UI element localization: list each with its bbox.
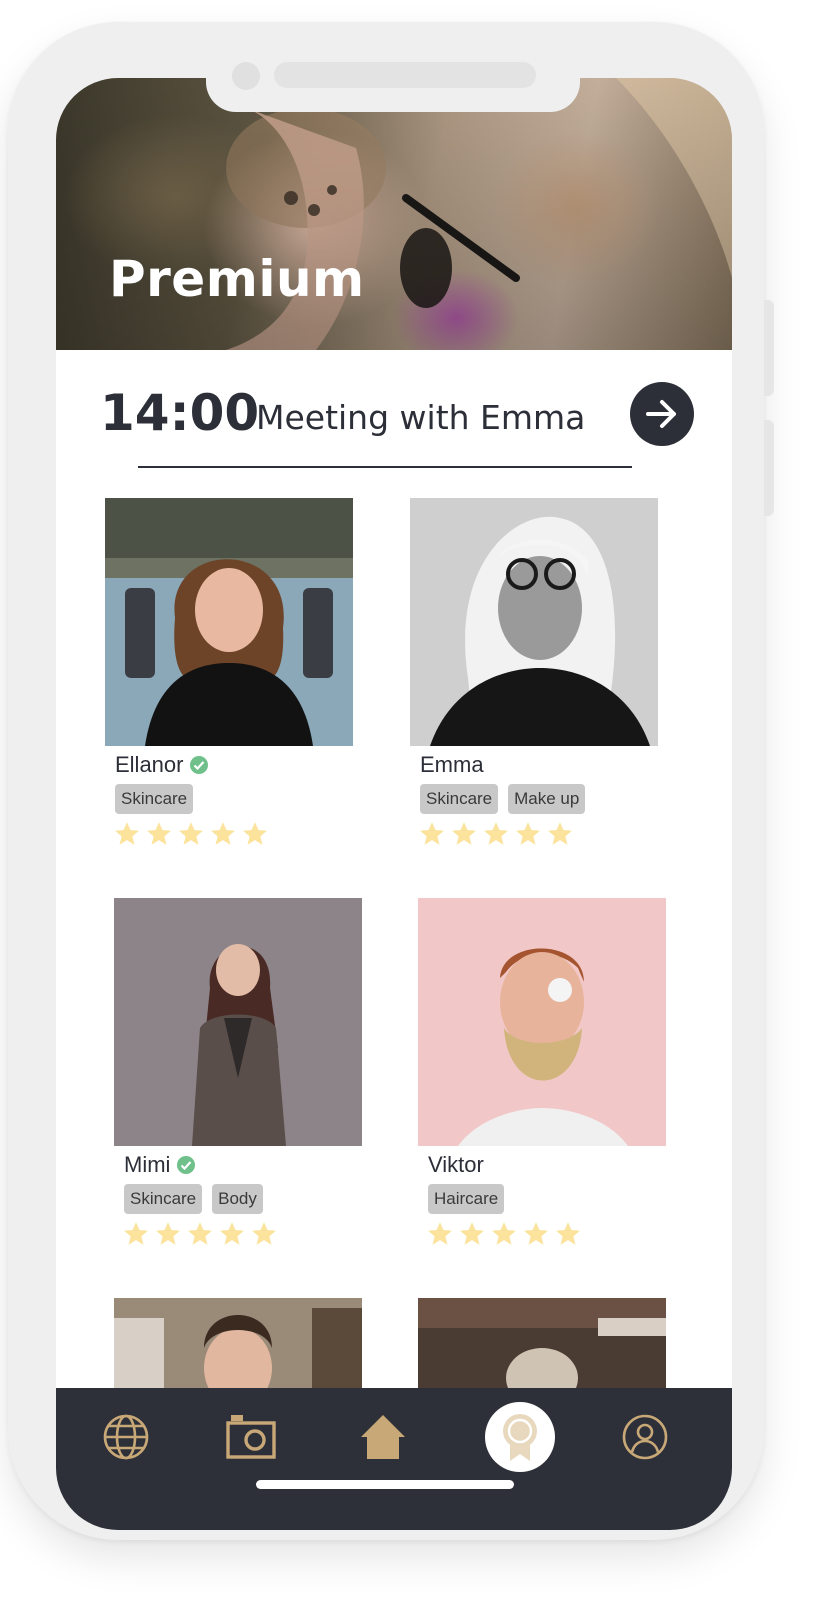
star-icon	[243, 822, 267, 845]
profile-photo-viktor	[418, 898, 666, 1146]
star-rating	[418, 820, 574, 848]
star-icon	[428, 1222, 452, 1245]
profile-photo[interactable]	[418, 1298, 666, 1388]
profile-photo-mimi	[114, 898, 362, 1146]
name-row: Emma	[420, 752, 484, 778]
name-row: Viktor	[428, 1152, 484, 1178]
profile-photo[interactable]	[114, 898, 362, 1146]
profile-name: Emma	[420, 752, 484, 777]
nav-premium[interactable]	[485, 1402, 555, 1472]
profile-photo[interactable]	[418, 898, 666, 1146]
star-icon	[124, 1222, 148, 1245]
profile-card[interactable]	[114, 1298, 362, 1388]
tag[interactable]: Haircare	[428, 1184, 505, 1214]
star-icon	[115, 822, 139, 845]
nav-home[interactable]	[348, 1402, 418, 1472]
star-icon	[556, 1222, 580, 1245]
profile-photo[interactable]	[410, 498, 658, 746]
star-icon	[548, 822, 572, 845]
profile-name: Mimi	[124, 1152, 171, 1177]
star-icon	[188, 1222, 212, 1245]
tag[interactable]: Make up	[508, 784, 586, 814]
tag[interactable]: Body	[212, 1184, 263, 1214]
meeting-time: 14:00	[100, 384, 260, 442]
name-row: Mimi	[124, 1152, 196, 1178]
phone-notch	[206, 60, 580, 112]
star-icon	[420, 822, 444, 845]
tag-list: Skincare Make up	[420, 784, 586, 814]
tag-list: Skincare	[115, 784, 194, 814]
open-meeting-button[interactable]	[630, 382, 694, 446]
page-title: Premium	[109, 250, 365, 308]
profile-photo-emma	[410, 498, 658, 746]
upcoming-meeting[interactable]: 14:00 Meeting with Emma	[100, 378, 700, 458]
profile-icon	[622, 1414, 668, 1460]
home-icon	[361, 1415, 405, 1459]
star-rating	[113, 820, 269, 848]
star-rating	[122, 1220, 278, 1248]
front-camera	[232, 62, 260, 90]
globe-icon	[103, 1414, 149, 1460]
star-icon	[516, 822, 540, 845]
verified-icon	[177, 1156, 196, 1174]
nav-profile[interactable]	[610, 1402, 680, 1472]
profile-photo[interactable]	[114, 1298, 362, 1388]
star-icon	[524, 1222, 548, 1245]
star-icon	[484, 822, 508, 845]
profile-card[interactable]	[418, 1298, 666, 1388]
profile-name: Ellanor	[115, 752, 184, 777]
star-icon	[211, 822, 235, 845]
profile-name: Viktor	[428, 1152, 484, 1177]
home-indicator[interactable]	[256, 1480, 514, 1489]
tag[interactable]: Skincare	[115, 784, 194, 814]
tag-list: Haircare	[428, 1184, 505, 1214]
star-rating	[426, 1220, 582, 1248]
bottom-nav	[56, 1388, 732, 1530]
divider	[138, 466, 632, 468]
tag-list: Skincare Body	[124, 1184, 263, 1214]
tag[interactable]: Skincare	[124, 1184, 203, 1214]
nav-explore[interactable]	[91, 1402, 161, 1472]
profile-photo-ellanor	[105, 498, 353, 746]
phone-side-button	[764, 300, 774, 396]
star-icon	[492, 1222, 516, 1245]
tag[interactable]: Skincare	[420, 784, 499, 814]
star-icon	[156, 1222, 180, 1245]
verified-icon	[190, 756, 209, 774]
star-icon	[220, 1222, 244, 1245]
hero-overlay	[56, 78, 732, 350]
app-screen: Premium 14:00 Meeting with Emma Ellanor …	[56, 78, 732, 1530]
name-row: Ellanor	[115, 752, 209, 778]
phone-side-button	[764, 420, 774, 516]
star-icon	[252, 1222, 276, 1245]
camera-icon	[226, 1415, 276, 1459]
star-icon	[452, 822, 476, 845]
award-icon	[503, 1414, 537, 1461]
hero-banner: Premium	[56, 78, 732, 350]
profile-photo[interactable]	[105, 498, 353, 746]
star-icon	[147, 822, 171, 845]
speaker-grille	[274, 62, 536, 88]
star-icon	[460, 1222, 484, 1245]
arrow-right-icon	[646, 400, 676, 428]
meeting-title: Meeting with Emma	[256, 398, 586, 437]
star-icon	[179, 822, 203, 845]
nav-camera[interactable]	[216, 1402, 286, 1472]
